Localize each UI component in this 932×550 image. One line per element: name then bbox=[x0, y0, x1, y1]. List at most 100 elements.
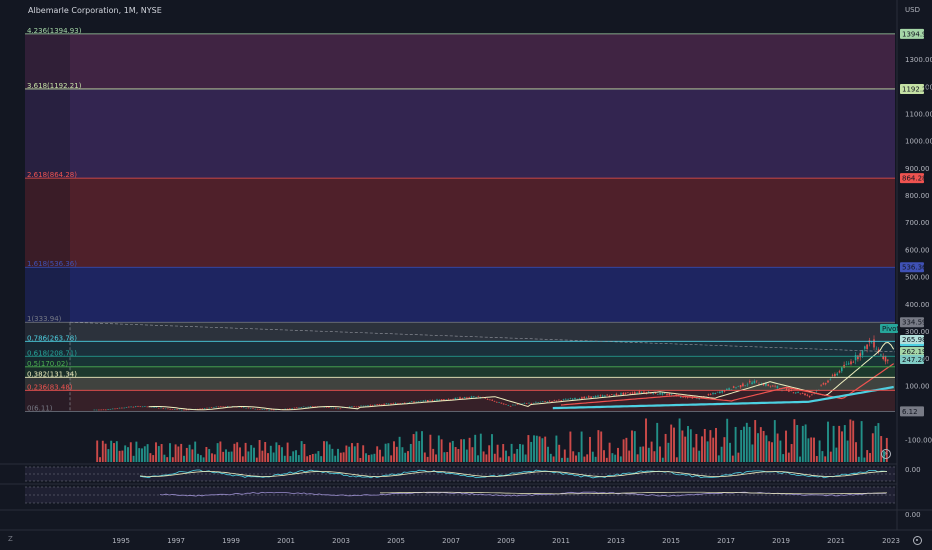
osc-band-1 bbox=[25, 467, 895, 481]
candle-body-165 bbox=[473, 396, 475, 397]
candle-body-91 bbox=[302, 406, 305, 408]
candle-body-206 bbox=[567, 399, 569, 400]
volume-bar-67 bbox=[283, 455, 286, 462]
candle-body-152 bbox=[443, 399, 445, 401]
volume-bar-150 bbox=[516, 449, 519, 462]
candle-body-243 bbox=[652, 393, 654, 395]
volume-bar-148 bbox=[510, 443, 513, 462]
volume-bar-166 bbox=[561, 457, 563, 462]
volume-bar-110 bbox=[404, 452, 407, 462]
volume-bar-192 bbox=[633, 431, 636, 462]
candle-body-104 bbox=[332, 407, 335, 409]
candle-body-164 bbox=[470, 396, 473, 398]
volume-bar-129 bbox=[457, 449, 460, 462]
candle-body-106 bbox=[337, 408, 339, 410]
time-tick-3: 2001 bbox=[277, 537, 295, 545]
volume-bar-234 bbox=[751, 444, 754, 462]
fib-bands bbox=[25, 33, 895, 412]
volume-bar-130 bbox=[460, 439, 463, 462]
volume-bar-175 bbox=[586, 454, 589, 462]
volume-bar-153 bbox=[524, 454, 527, 462]
candle-body-246 bbox=[659, 392, 661, 395]
candle-body-306 bbox=[797, 392, 799, 393]
volume-bar-177 bbox=[591, 451, 594, 462]
candle-body-123 bbox=[376, 404, 378, 405]
volume-bar-141 bbox=[491, 434, 493, 462]
volume-bar-138 bbox=[482, 451, 485, 462]
candle-body-248 bbox=[663, 393, 666, 395]
price-chart[interactable]: 4.236(1394.93) 3.618(1192.21) 2.618(864.28… bbox=[0, 0, 932, 550]
time-tick-8: 2011 bbox=[552, 537, 570, 545]
candle-body-190 bbox=[530, 402, 533, 404]
volume-bar-18 bbox=[146, 444, 149, 462]
flash-icon[interactable]: ⚡ bbox=[881, 449, 891, 459]
candle-body-249 bbox=[666, 394, 668, 396]
volume-bar-16 bbox=[141, 448, 143, 462]
candle-body-194 bbox=[539, 401, 542, 403]
volume-bar-227 bbox=[731, 455, 734, 462]
fib-tag-1: 1192.21 bbox=[902, 85, 931, 93]
candle-body-278 bbox=[732, 386, 735, 388]
volume-bar-214 bbox=[695, 433, 698, 462]
candle-body-309 bbox=[804, 393, 806, 396]
candle-body-307 bbox=[799, 393, 802, 395]
candle-body-124 bbox=[378, 404, 381, 406]
candle-body-150 bbox=[438, 399, 441, 401]
fib-label-9: 0.236(83.48) bbox=[27, 383, 73, 391]
volume-bar-39 bbox=[205, 446, 208, 462]
candle-body-178 bbox=[502, 403, 505, 405]
volume-bar-249 bbox=[793, 419, 796, 462]
volume-bar-182 bbox=[605, 457, 608, 462]
candle-body-214 bbox=[585, 396, 588, 398]
candle-body-131 bbox=[394, 402, 397, 404]
volume-bar-82 bbox=[325, 441, 328, 462]
candle-body-296 bbox=[774, 385, 776, 387]
volume-bar-61 bbox=[267, 453, 269, 462]
candle-body-76 bbox=[268, 409, 270, 411]
candle-body-54 bbox=[217, 406, 220, 408]
volume-bar-210 bbox=[684, 436, 687, 462]
volume-bar-90 bbox=[348, 446, 351, 462]
volume-bar-43 bbox=[216, 443, 219, 462]
candle-body-255 bbox=[680, 396, 682, 398]
volume-bar-46 bbox=[225, 449, 227, 462]
osc-band-2 bbox=[25, 487, 895, 503]
volume-bar-56 bbox=[253, 447, 255, 462]
candle-body-321 bbox=[831, 374, 834, 376]
gear-icon[interactable] bbox=[913, 536, 922, 545]
volume-bar-112 bbox=[409, 443, 412, 462]
volume-bar-55 bbox=[250, 445, 253, 462]
volume-bar-271 bbox=[855, 442, 857, 462]
volume-bar-10 bbox=[124, 445, 127, 462]
candle-body-149 bbox=[436, 399, 438, 401]
volume-bar-111 bbox=[407, 451, 409, 462]
time-tick-11: 2017 bbox=[717, 537, 735, 545]
candle-body-51 bbox=[210, 407, 213, 408]
volume-bar-60 bbox=[264, 441, 267, 462]
volume-bar-109 bbox=[401, 447, 404, 462]
time-tick-2: 1999 bbox=[222, 537, 240, 545]
fib-band-0 bbox=[25, 33, 895, 89]
volume-bar-11 bbox=[127, 447, 129, 462]
volume-bar-13 bbox=[132, 455, 135, 462]
volume-bar-251 bbox=[799, 456, 801, 462]
candle-body-73 bbox=[261, 409, 263, 410]
time-tick-4: 2003 bbox=[332, 537, 350, 545]
volume-bar-146 bbox=[505, 450, 507, 462]
volume-bar-124 bbox=[443, 452, 446, 462]
timezone-label[interactable]: Z bbox=[8, 535, 13, 543]
volume-bar-105 bbox=[390, 455, 393, 462]
candle-body-39 bbox=[183, 409, 185, 411]
candle-body-147 bbox=[431, 399, 434, 401]
candle-body-202 bbox=[558, 399, 560, 401]
candle-body-210 bbox=[576, 398, 579, 400]
candle-body-75 bbox=[266, 409, 268, 411]
volume-bar-86 bbox=[337, 448, 339, 462]
candle-body-156 bbox=[452, 398, 454, 400]
candle-body-138 bbox=[410, 401, 413, 403]
candle-body-46 bbox=[199, 408, 201, 410]
candle-body-19 bbox=[137, 406, 139, 407]
candle-body-94 bbox=[309, 406, 312, 407]
candle-body-142 bbox=[420, 400, 422, 402]
volume-bar-140 bbox=[488, 445, 491, 462]
